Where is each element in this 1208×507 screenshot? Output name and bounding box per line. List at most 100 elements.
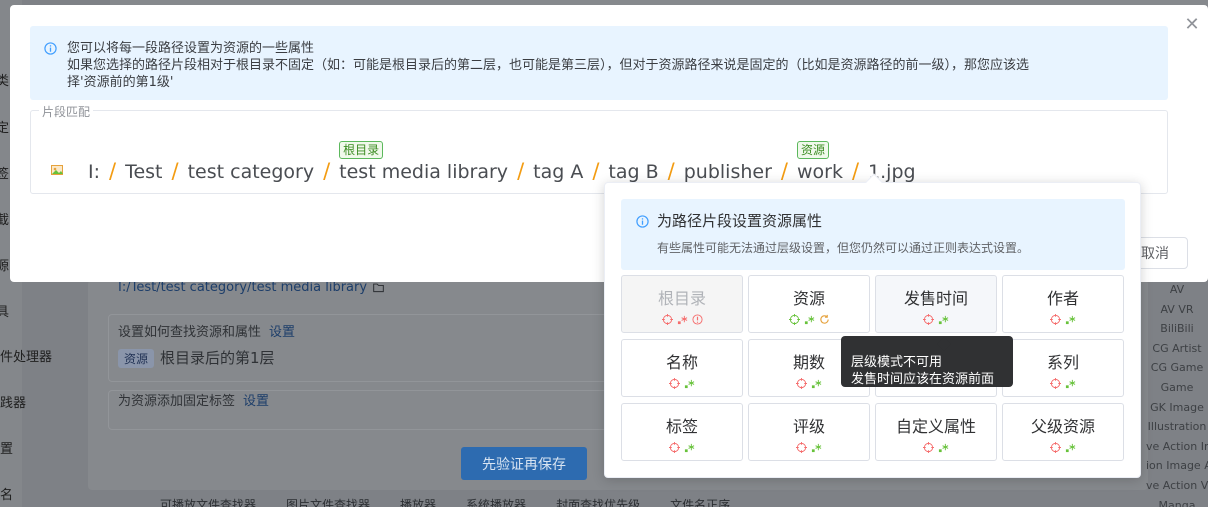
info-icon — [636, 215, 649, 228]
image-file-finder[interactable]: 图片文件查找器 — [286, 496, 370, 507]
target-icon — [669, 377, 680, 389]
option-parent-resource[interactable]: 父级资源 — [1002, 403, 1124, 461]
player-label[interactable]: 播放器 — [400, 496, 436, 507]
category-item[interactable]: Manga — [1146, 496, 1208, 507]
find-resource-settings-link[interactable]: 设置 — [269, 325, 295, 340]
nav-item[interactable]: 类 — [0, 70, 9, 89]
resource-badge: 资源 — [118, 349, 155, 368]
nav-item[interactable]: 签 — [0, 163, 9, 182]
category-item[interactable]: CG Game — [1146, 358, 1208, 378]
path-segment[interactable]: test category — [188, 161, 315, 183]
category-item[interactable]: GK Image — [1146, 398, 1208, 418]
path-segment[interactable]: tag A — [533, 161, 583, 183]
path-segments: I: / Test / test category / 根目录 test med… — [51, 141, 916, 183]
path-segment[interactable]: tag B — [608, 161, 658, 183]
nav-item[interactable]: 具 — [0, 301, 9, 320]
path-separator: / — [517, 159, 525, 183]
regex-icon — [938, 315, 949, 324]
system-player-label[interactable]: 系统播放器 — [466, 496, 526, 507]
tooltip: 层级模式不可用 发售时间应该在资源前面 — [841, 336, 1013, 387]
category-item[interactable]: AV VR — [1146, 300, 1208, 320]
target-icon — [796, 377, 807, 389]
regex-icon — [684, 443, 695, 452]
resource-rule-row: 资源 根目录后的第1层 — [118, 347, 275, 368]
nav-item[interactable]: 源 — [0, 255, 9, 274]
category-item[interactable]: ve Action Imag — [1146, 437, 1208, 457]
nav-item[interactable]: 名 — [0, 484, 13, 503]
category-item[interactable]: AV — [1146, 280, 1208, 300]
fixed-tags-card-title: 为资源添加固定标签 设置 — [118, 394, 270, 409]
option-release-date[interactable]: 发售时间 — [875, 275, 997, 333]
regex-icon — [811, 379, 822, 388]
option-custom-property[interactable]: 自定义属性 — [875, 403, 997, 461]
regex-icon — [1065, 315, 1076, 324]
path-separator: / — [667, 159, 675, 183]
segment-property-popover: 为路径片段设置资源属性 有些属性可能无法通过层级设置，但您仍然可以通过正则表达式… — [604, 173, 1141, 478]
refresh-icon — [819, 314, 829, 324]
media-library-path[interactable]: I:/Test/test category/test media library — [118, 280, 384, 295]
nav-item[interactable]: 践器 — [0, 392, 26, 411]
path-segment[interactable]: publisher — [684, 161, 772, 183]
nav-item[interactable]: 定 — [0, 117, 9, 136]
path-separator: / — [851, 159, 860, 183]
path-separator: / — [592, 159, 600, 183]
resource-rule-text: 根目录后的第1层 — [160, 349, 275, 367]
nav-item[interactable]: 截 — [0, 209, 9, 228]
playable-file-finder[interactable]: 可播放文件查找器 — [160, 496, 256, 507]
option-root-directory[interactable]: 根目录 — [621, 275, 743, 333]
regex-icon — [1065, 443, 1076, 452]
path-segment[interactable]: I: — [88, 161, 100, 183]
option-name[interactable]: 名称 — [621, 339, 743, 397]
option-resource[interactable]: 资源 — [748, 275, 870, 333]
regex-icon — [938, 443, 949, 452]
image-file-icon — [51, 165, 63, 175]
option-tags[interactable]: 标签 — [621, 403, 743, 461]
regex-icon — [684, 379, 695, 388]
popover-description: 有些属性可能无法通过层级设置，但您仍然可以通过正则表达式设置。 — [657, 241, 1030, 255]
path-separator: / — [109, 159, 117, 183]
info-line: 如果您选择的路径片段相对于根目录不固定（如：可能是根目录后的第二层，也可能是第三… — [67, 58, 1030, 73]
category-item[interactable]: Game — [1146, 378, 1208, 398]
target-icon — [923, 313, 934, 325]
path-segment[interactable]: 资源 work — [796, 141, 843, 183]
category-item[interactable]: CG Artist — [1146, 339, 1208, 359]
target-icon — [1050, 377, 1061, 389]
regex-icon — [677, 315, 687, 324]
target-icon — [669, 441, 680, 453]
close-icon[interactable]: ✕ — [1184, 16, 1200, 34]
target-icon — [1050, 313, 1061, 325]
path-separator: / — [780, 159, 788, 183]
info-icon — [44, 42, 57, 55]
target-icon — [788, 313, 800, 325]
info-alert: 您可以将每一段路径设置为资源的一些属性 如果您选择的路径片段相对于根目录不固定（… — [30, 26, 1168, 100]
path-separator: / — [323, 159, 331, 183]
category-item[interactable]: ion Image An — [1146, 456, 1208, 476]
error-icon — [691, 313, 703, 325]
option-series[interactable]: 系列 — [1002, 339, 1124, 397]
category-item[interactable]: BiliBili — [1146, 319, 1208, 339]
cover-priority-label[interactable]: 封面查找优先级 — [556, 496, 640, 507]
filename-sort-label[interactable]: 文件名正序 — [670, 496, 730, 507]
validate-and-save-button[interactable]: 先验证再保存 — [461, 447, 587, 480]
path-segment[interactable]: 根目录 test media library — [339, 141, 508, 183]
target-icon — [923, 441, 934, 453]
tooltip-line: 层级模式不可用 — [851, 355, 943, 370]
fixed-tags-settings-link[interactable]: 设置 — [243, 394, 269, 409]
nav-item[interactable]: 置 — [0, 438, 13, 457]
target-icon — [1050, 441, 1061, 453]
category-list: AV AV VR BiliBili CG Artist CG Game Game… — [1146, 280, 1208, 507]
category-item[interactable]: Illustration — [1146, 417, 1208, 437]
option-author[interactable]: 作者 — [1002, 275, 1124, 333]
root-directory-tag: 根目录 — [339, 141, 384, 159]
nav-item[interactable]: 件处理器 — [0, 346, 52, 365]
regex-icon — [1065, 379, 1076, 388]
category-item[interactable]: ve Action Vide — [1146, 476, 1208, 496]
background-bottom-row: 可播放文件查找器 图片文件查找器 播放器 系统播放器 封面查找优先级 文件名正序 — [160, 496, 730, 507]
info-line: 择'资源前的第1级' — [67, 75, 174, 90]
folder-icon[interactable] — [373, 282, 384, 293]
path-segment[interactable]: Test — [125, 161, 162, 183]
path-separator: / — [171, 159, 179, 183]
option-rating[interactable]: 评级 — [748, 403, 870, 461]
popover-info-alert: 为路径片段设置资源属性 有些属性可能无法通过层级设置，但您仍然可以通过正则表达式… — [621, 199, 1125, 270]
media-library-path-text[interactable]: I:/Test/test category/test media library — [118, 280, 367, 295]
